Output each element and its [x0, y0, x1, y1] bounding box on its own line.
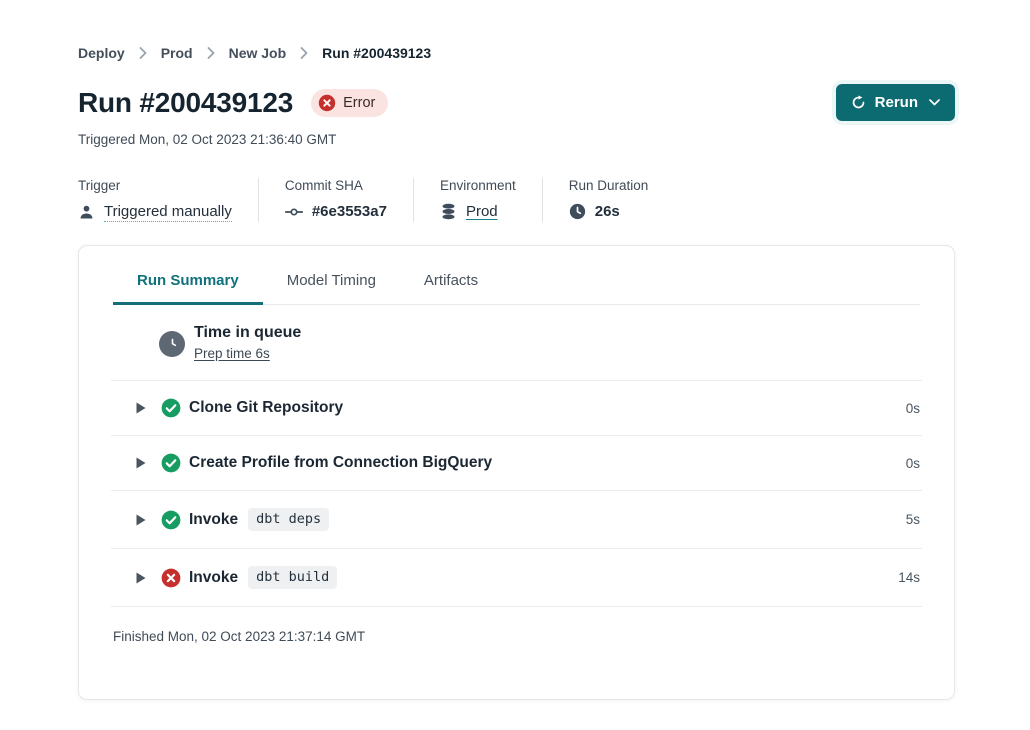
meta-trigger: Trigger Triggered manually [78, 178, 258, 222]
chevron-right-icon [139, 47, 147, 59]
rerun-button-label: Rerun [875, 94, 918, 111]
page-header: Run #200439123 Error Rerun [78, 84, 955, 121]
meta-environment: Environment Prod [413, 178, 542, 222]
step-command-chip: dbt deps [248, 508, 329, 531]
run-metadata: Trigger Triggered manually Commit SHA #6… [78, 178, 955, 222]
meta-run-duration: Run Duration 26s [542, 178, 675, 222]
step-command-chip: dbt build [248, 566, 337, 589]
step-label: Invoke [189, 569, 238, 587]
x-circle-icon [161, 568, 181, 588]
expand-triangle-icon[interactable] [136, 572, 146, 584]
breadcrumb-item-new-job[interactable]: New Job [229, 45, 287, 61]
chevron-down-icon [929, 99, 940, 106]
step-row-clone-git: Clone Git Repository 0s [111, 381, 922, 436]
queue-title: Time in queue [194, 324, 301, 342]
step-row-dbt-deps: Invoke dbt deps 5s [111, 491, 922, 549]
status-badge-label: Error [343, 95, 375, 111]
step-label: Create Profile from Connection BigQuery [189, 454, 492, 472]
breadcrumb-item-deploy[interactable]: Deploy [78, 45, 125, 61]
commit-sha-value: #6e3553a7 [312, 203, 387, 220]
prep-time-link[interactable]: Prep time 6s [194, 346, 270, 361]
step-duration: 5s [906, 512, 920, 527]
breadcrumb-current: Run #200439123 [322, 45, 431, 61]
meta-commit-label: Commit SHA [285, 178, 387, 193]
trigger-value[interactable]: Triggered manually [104, 203, 232, 222]
triggered-timestamp: Triggered Mon, 02 Oct 2023 21:36:40 GMT [78, 132, 955, 147]
environment-link[interactable]: Prod [466, 203, 498, 220]
database-icon [440, 203, 457, 220]
tab-artifacts[interactable]: Artifacts [400, 272, 502, 305]
queue-row: Time in queue Prep time 6s [111, 305, 922, 381]
expand-triangle-icon[interactable] [136, 457, 146, 469]
step-duration: 0s [906, 456, 920, 471]
breadcrumb: Deploy Prod New Job Run #200439123 [78, 45, 955, 61]
check-circle-icon [161, 398, 181, 418]
step-label: Clone Git Repository [189, 399, 343, 417]
step-label: Invoke [189, 511, 238, 529]
run-summary-card: Run Summary Model Timing Artifacts Time … [78, 245, 955, 700]
person-icon [78, 204, 95, 221]
meta-duration-label: Run Duration [569, 178, 649, 193]
refresh-icon [851, 95, 866, 110]
commit-icon [285, 204, 303, 220]
duration-value: 26s [595, 203, 620, 220]
check-circle-icon [161, 510, 181, 530]
meta-commit-sha: Commit SHA #6e3553a7 [258, 178, 413, 222]
tab-run-summary[interactable]: Run Summary [113, 272, 263, 305]
chevron-right-icon [207, 47, 215, 59]
expand-triangle-icon[interactable] [136, 402, 146, 414]
step-duration: 0s [906, 401, 920, 416]
check-circle-icon [161, 453, 181, 473]
step-row-create-profile: Create Profile from Connection BigQuery … [111, 436, 922, 491]
finished-timestamp: Finished Mon, 02 Oct 2023 21:37:14 GMT [111, 607, 922, 644]
tab-bar: Run Summary Model Timing Artifacts [113, 246, 920, 305]
step-row-dbt-build: Invoke dbt build 14s [111, 549, 922, 607]
tab-model-timing[interactable]: Model Timing [263, 272, 400, 305]
clock-icon [569, 203, 586, 220]
status-badge: Error [311, 89, 388, 117]
page-title: Run #200439123 [78, 87, 293, 119]
rerun-button[interactable]: Rerun [836, 84, 955, 121]
meta-trigger-label: Trigger [78, 178, 232, 193]
clock-icon [159, 331, 185, 357]
chevron-right-icon [300, 47, 308, 59]
run-detail-page: Deploy Prod New Job Run #200439123 Run #… [0, 0, 1030, 700]
meta-environment-label: Environment [440, 178, 516, 193]
x-circle-icon [318, 94, 336, 112]
breadcrumb-item-prod[interactable]: Prod [161, 45, 193, 61]
step-duration: 14s [898, 570, 920, 585]
expand-triangle-icon[interactable] [136, 514, 146, 526]
